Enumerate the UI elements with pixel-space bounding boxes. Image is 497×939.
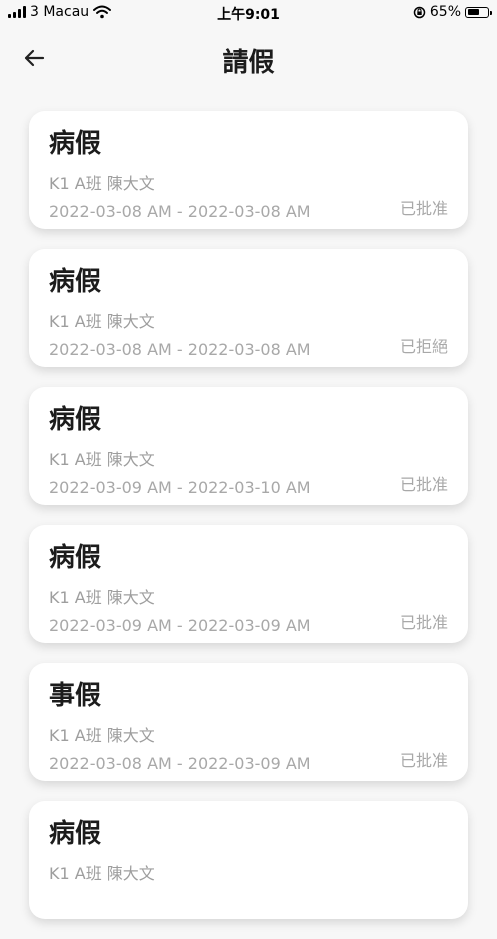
- leave-status: 已批准: [399, 475, 448, 494]
- class-student-label: K1 A班 陳大文: [49, 312, 155, 331]
- leave-date-range: 2022-03-08 AM - 2022-03-08 AM: [49, 340, 311, 359]
- leave-card[interactable]: 事假 K1 A班 陳大文 2022-03-08 AM - 2022-03-09 …: [29, 663, 468, 781]
- leave-type: 病假: [49, 543, 102, 573]
- leave-card[interactable]: 病假 K1 A班 陳大文: [29, 801, 468, 919]
- leave-type: 事假: [49, 681, 102, 711]
- leave-type: 病假: [49, 267, 102, 297]
- leave-date-range: 2022-03-09 AM - 2022-03-10 AM: [49, 478, 311, 497]
- class-student-label: K1 A班 陳大文: [49, 726, 155, 745]
- leave-status: 已批准: [399, 199, 448, 218]
- battery-percentage: 65%: [429, 4, 461, 20]
- class-student-label: K1 A班 陳大文: [49, 864, 155, 883]
- leave-date-range: 2022-03-08 AM - 2022-03-08 AM: [49, 202, 311, 221]
- leave-type: 病假: [49, 129, 102, 159]
- status-bar: 3 Macau 上午9:01 65%: [0, 0, 497, 26]
- orientation-lock-icon: [413, 6, 426, 18]
- leave-list: 病假 K1 A班 陳大文 2022-03-08 AM - 2022-03-08 …: [29, 111, 468, 939]
- leave-date-range: 2022-03-09 AM - 2022-03-09 AM: [49, 616, 311, 635]
- leave-card[interactable]: 病假 K1 A班 陳大文 2022-03-08 AM - 2022-03-08 …: [29, 111, 468, 229]
- page-title: 請假: [222, 48, 275, 78]
- class-student-label: K1 A班 陳大文: [49, 174, 155, 193]
- leave-status: 已拒絕: [399, 337, 448, 356]
- status-bar-right: 65%: [413, 4, 492, 20]
- leave-type: 病假: [49, 819, 102, 849]
- leave-status: 已批准: [399, 751, 448, 770]
- battery-icon: [465, 6, 492, 18]
- leave-card[interactable]: 病假 K1 A班 陳大文 2022-03-09 AM - 2022-03-09 …: [29, 525, 468, 643]
- leave-date-range: 2022-03-08 AM - 2022-03-09 AM: [49, 754, 311, 773]
- app-header: 請假: [0, 34, 497, 82]
- leave-card[interactable]: 病假 K1 A班 陳大文 2022-03-08 AM - 2022-03-08 …: [29, 249, 468, 367]
- leave-card[interactable]: 病假 K1 A班 陳大文 2022-03-09 AM - 2022-03-10 …: [29, 387, 468, 505]
- class-student-label: K1 A班 陳大文: [49, 588, 155, 607]
- leave-status: 已批准: [399, 613, 448, 632]
- leave-type: 病假: [49, 405, 102, 435]
- class-student-label: K1 A班 陳大文: [49, 450, 155, 469]
